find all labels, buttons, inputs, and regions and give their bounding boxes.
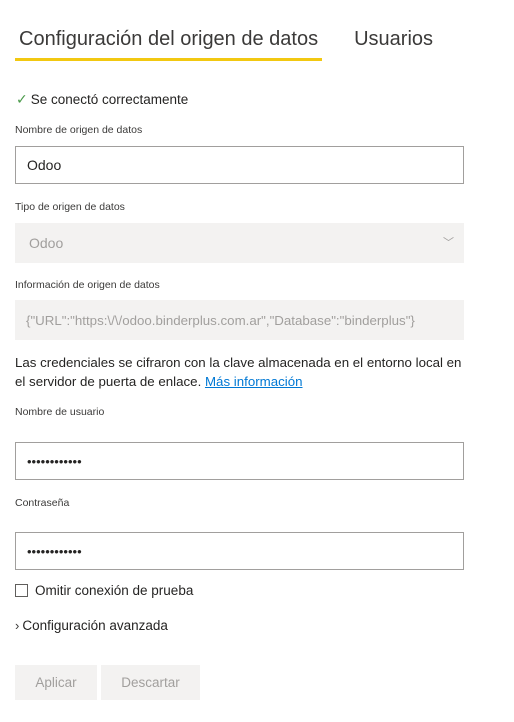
checkmark-icon: ✓ <box>16 91 28 107</box>
datasource-info-value: {"URL":"https:\/\/odoo.binderplus.com.ar… <box>26 312 415 328</box>
chevron-down-icon: ﹀ <box>443 237 454 249</box>
connection-status-text: Se conectó correctamente <box>30 92 189 107</box>
datasource-info-label: Información de origen de datos <box>15 279 160 291</box>
datasource-type-value: Odoo <box>29 235 64 251</box>
skip-test-connection[interactable]: Omitir conexión de prueba <box>15 583 193 598</box>
discard-button[interactable]: Descartar <box>101 665 200 700</box>
tab-users[interactable]: Usuarios <box>350 24 437 58</box>
tab-datasource-settings[interactable]: Configuración del origen de datos <box>15 24 323 61</box>
connection-status: ✓ Se conectó correctamente <box>16 91 188 108</box>
password-value: •••••••••••• <box>27 543 82 559</box>
datasource-name-label: Nombre de origen de datos <box>15 124 143 136</box>
advanced-settings-label: Configuración avanzada <box>22 618 168 633</box>
skip-test-label: Omitir conexión de prueba <box>35 583 194 598</box>
apply-button[interactable]: Aplicar <box>15 665 97 700</box>
chevron-right-icon: › <box>15 618 20 633</box>
advanced-settings-toggle[interactable]: › Configuración avanzada <box>15 618 168 633</box>
datasource-info-field: {"URL":"https:\/\/odoo.binderplus.com.ar… <box>15 300 464 340</box>
more-info-link[interactable]: Más información <box>205 374 303 389</box>
skip-test-checkbox[interactable] <box>15 584 28 597</box>
datasource-name-input[interactable]: Odoo <box>15 146 464 184</box>
username-label: Nombre de usuario <box>15 406 105 418</box>
datasource-name-value: Odoo <box>27 157 62 173</box>
username-input[interactable]: •••••••••••• <box>15 442 464 480</box>
username-value: •••••••••••• <box>27 453 82 469</box>
password-label: Contraseña <box>15 497 70 509</box>
datasource-type-label: Tipo de origen de datos <box>15 201 125 213</box>
credentials-note: Las credenciales se cifraron con la clav… <box>15 353 475 391</box>
datasource-type-select: Odoo ﹀ <box>15 223 464 263</box>
tab-bar: Configuración del origen de datos Usuari… <box>15 24 437 64</box>
password-input[interactable]: •••••••••••• <box>15 532 464 570</box>
